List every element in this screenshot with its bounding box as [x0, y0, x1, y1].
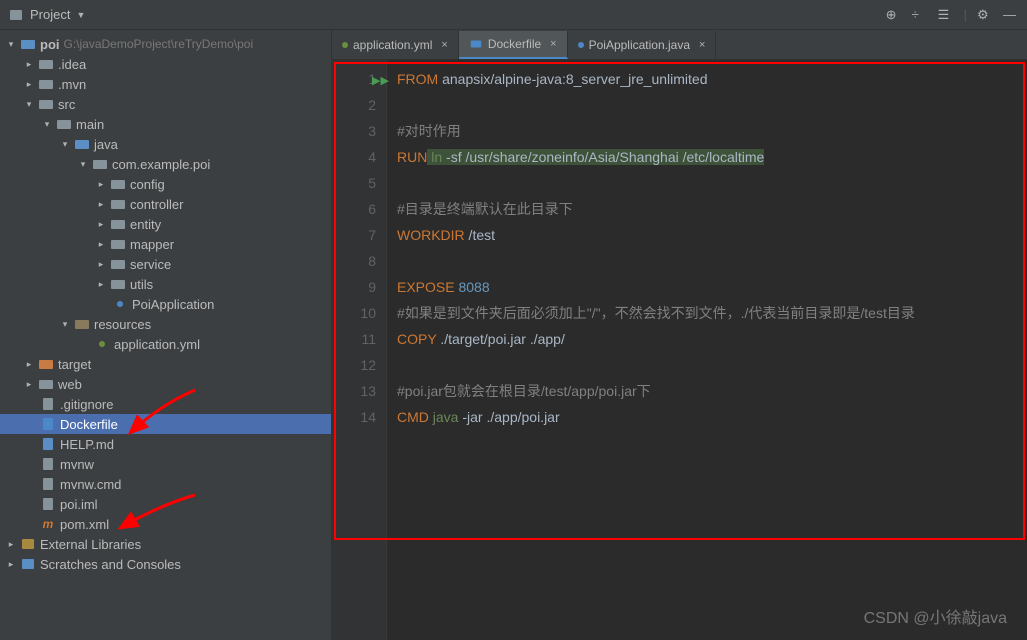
run-gutter-icon[interactable]: ▶▶ [372, 68, 389, 94]
hide-icon[interactable]: — [1003, 7, 1019, 23]
target-icon[interactable]: ⊕ [886, 7, 902, 23]
close-icon[interactable]: × [441, 39, 447, 51]
editor-gutter: ▶▶ 1234567891011121314 [332, 60, 387, 640]
java-icon [578, 42, 584, 48]
tab-application-yml[interactable]: application.yml × [332, 31, 459, 59]
tree-appyml[interactable]: application.yml [0, 334, 331, 354]
tree-target[interactable]: ▸target [0, 354, 331, 374]
tree-extlib[interactable]: ▸External Libraries [0, 534, 331, 554]
tree-web[interactable]: ▸web [0, 374, 331, 394]
close-icon[interactable]: × [699, 39, 705, 51]
project-label: Project [30, 7, 70, 22]
tree-mapper[interactable]: ▸mapper [0, 234, 331, 254]
tab-poiapplication[interactable]: PoiApplication.java × [568, 31, 717, 59]
code-editor[interactable]: ▶▶ 1234567891011121314 FROM anapsix/alpi… [332, 60, 1027, 640]
project-tree[interactable]: ▾ poi G:\javaDemoProject\reTryDemo\poi ▸… [0, 30, 332, 640]
tree-mvn[interactable]: ▸.mvn [0, 74, 331, 94]
tree-mvnw[interactable]: mvnw [0, 454, 331, 474]
tree-utils[interactable]: ▸utils [0, 274, 331, 294]
tree-idea[interactable]: ▸.idea [0, 54, 331, 74]
tree-help[interactable]: HELP.md [0, 434, 331, 454]
tree-controller[interactable]: ▸controller [0, 194, 331, 214]
project-toolbar: Project ▼ ⊕ ÷ ☰ | ⚙ — [0, 0, 1027, 30]
code-content[interactable]: FROM anapsix/alpine-java:8_server_jre_un… [387, 60, 1027, 640]
tree-pomxml[interactable]: mpom.xml [0, 514, 331, 534]
tree-service[interactable]: ▸service [0, 254, 331, 274]
dropdown-arrow[interactable]: ▼ [76, 10, 85, 20]
gear-icon[interactable]: ⚙ [977, 7, 993, 23]
tree-mvnwcmd[interactable]: mvnw.cmd [0, 474, 331, 494]
tab-label: PoiApplication.java [589, 38, 690, 52]
tree-entity[interactable]: ▸entity [0, 214, 331, 234]
tree-resources[interactable]: ▾resources [0, 314, 331, 334]
tab-label: Dockerfile [488, 37, 541, 51]
expand-icon[interactable]: ÷ [912, 7, 928, 23]
tree-dockerfile[interactable]: Dockerfile [0, 414, 331, 434]
tab-dockerfile[interactable]: Dockerfile × [459, 31, 568, 59]
tree-gitignore[interactable]: .gitignore [0, 394, 331, 414]
tree-main[interactable]: ▾main [0, 114, 331, 134]
tree-root[interactable]: ▾ poi G:\javaDemoProject\reTryDemo\poi [0, 34, 331, 54]
docker-icon [469, 37, 483, 51]
tree-java[interactable]: ▾java [0, 134, 331, 154]
tree-poiiml[interactable]: poi.iml [0, 494, 331, 514]
yml-icon [342, 42, 348, 48]
tree-poiapp[interactable]: PoiApplication [0, 294, 331, 314]
collapse-icon[interactable]: ☰ [938, 7, 954, 23]
tree-scratches[interactable]: ▸Scratches and Consoles [0, 554, 331, 574]
editor-tabs: application.yml × Dockerfile × PoiApplic… [332, 30, 1027, 60]
tree-pkg[interactable]: ▾com.example.poi [0, 154, 331, 174]
project-icon [8, 7, 24, 23]
tab-label: application.yml [353, 38, 432, 52]
tree-config[interactable]: ▸config [0, 174, 331, 194]
close-icon[interactable]: × [550, 38, 556, 50]
tree-src[interactable]: ▾src [0, 94, 331, 114]
